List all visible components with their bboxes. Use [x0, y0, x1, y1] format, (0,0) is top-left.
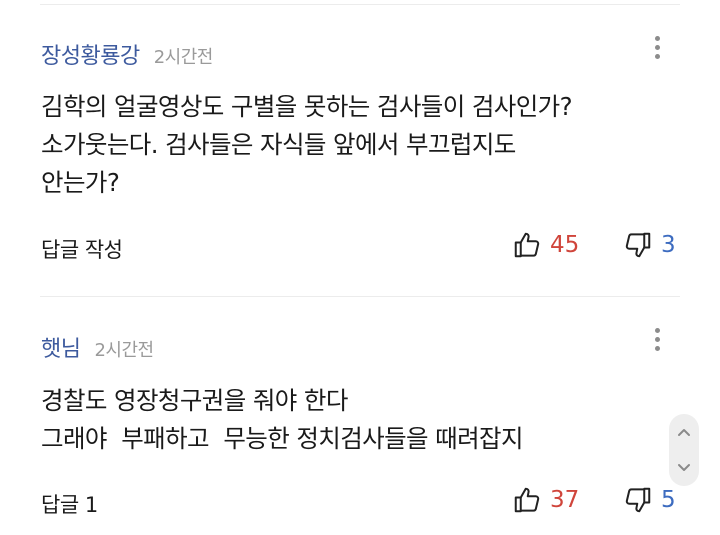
thumbs-down-icon: [623, 485, 653, 515]
more-options-icon[interactable]: [645, 32, 669, 62]
like-count: 37: [550, 487, 580, 513]
dislike-button[interactable]: 5: [623, 485, 676, 515]
thumbs-up-icon: [512, 230, 542, 260]
comment-time: 2시간전: [94, 340, 154, 361]
reply-button[interactable]: 답글 작성: [41, 234, 123, 264]
dislike-button[interactable]: 3: [623, 230, 676, 260]
dislike-count: 5: [661, 487, 676, 513]
thumbs-up-icon: [512, 485, 542, 515]
comment-time: 2시간전: [153, 47, 214, 68]
comment-header: 햇님 2시간전: [41, 331, 154, 363]
comment-body-line: 경찰도 영장청구권을 줘야 한다: [41, 386, 348, 415]
comment-body-line: 안는가?: [41, 168, 120, 197]
top-divider: [40, 4, 680, 5]
reply-button[interactable]: 답글 1: [41, 489, 98, 519]
comment-divider: [40, 296, 680, 297]
chevron-up-icon[interactable]: [676, 423, 692, 442]
chevron-down-icon[interactable]: [676, 459, 692, 478]
comment-body: 경찰도 영장청구권을 줘야 한다 그래야 부패하고 무능한 정치검사들을 때려잡…: [41, 382, 681, 458]
comment-author[interactable]: 햇님: [41, 331, 81, 363]
scroll-control: [669, 414, 699, 486]
comment-body: 김학의 얼굴영상도 구별을 못하는 검사들이 검사인가? 소가웃는다. 검사들은…: [41, 88, 681, 202]
dislike-count: 3: [661, 232, 676, 258]
more-options-icon[interactable]: [645, 324, 669, 354]
like-button[interactable]: 45: [512, 230, 579, 260]
comment-author[interactable]: 장성황룡강: [41, 38, 140, 70]
comment-body-line: 김학의 얼굴영상도 구별을 못하는 검사들이 검사인가?: [41, 92, 573, 121]
comment-body-line: 소가웃는다. 검사들은 자식들 앞에서 부끄럽지도: [41, 130, 516, 159]
like-count: 45: [550, 232, 580, 258]
like-button[interactable]: 37: [512, 485, 579, 515]
thumbs-down-icon: [623, 230, 653, 260]
comment-header: 장성황룡강 2시간전: [41, 38, 213, 70]
comment-body-line: 그래야 부패하고 무능한 정치검사들을 때려잡지: [41, 424, 524, 453]
